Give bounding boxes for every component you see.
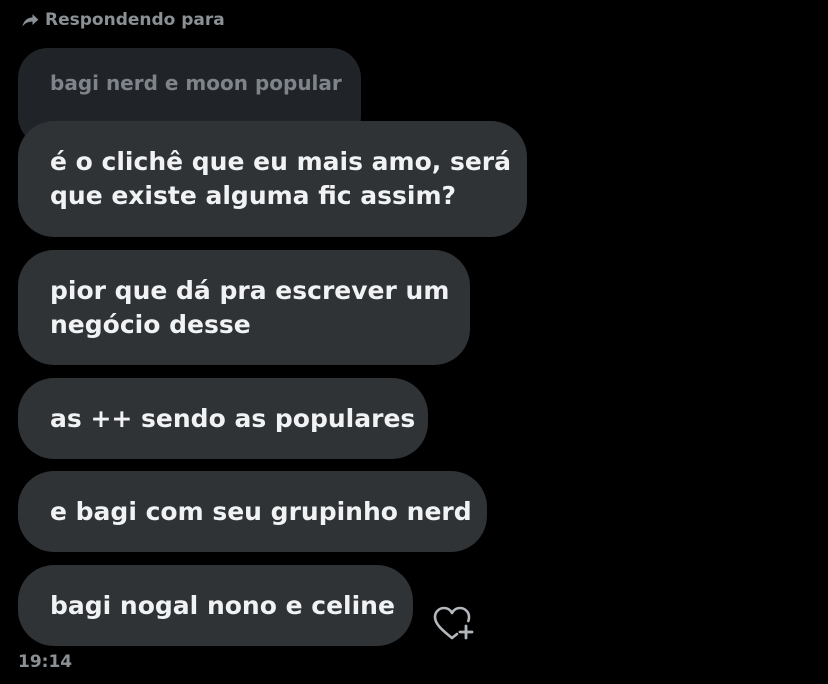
message-text-line: e bagi com seu grupinho nerd bbox=[50, 496, 472, 526]
quoted-message-text: bagi nerd e moon popular bbox=[50, 71, 342, 95]
heart-plus-icon bbox=[433, 606, 474, 640]
reply-arrow-icon bbox=[22, 14, 39, 27]
message-text-line: que existe alguma fic assim? bbox=[50, 181, 457, 210]
message-bubble[interactable]: bagi nogal nono e celine bbox=[18, 565, 413, 646]
message-bubble[interactable]: as ++ sendo as populares bbox=[18, 378, 428, 459]
message-bubble[interactable]: é o clichê que eu mais amo, será que exi… bbox=[18, 121, 527, 237]
replying-to-header: Respondendo para bbox=[20, 8, 225, 32]
message-bubble[interactable]: pior que dá pra escrever um negócio dess… bbox=[18, 250, 470, 365]
message-text-line: é o clichê que eu mais amo, será bbox=[50, 147, 511, 176]
add-reaction-button[interactable] bbox=[432, 604, 476, 642]
replying-to-label: Respondendo para bbox=[45, 10, 225, 30]
message-text-line: negócio desse bbox=[50, 309, 251, 339]
message-text-line: bagi nogal nono e celine bbox=[50, 590, 395, 620]
message-bubble[interactable]: e bagi com seu grupinho nerd bbox=[18, 471, 487, 552]
message-timestamp: 19:14 bbox=[18, 652, 73, 672]
message-text-line: pior que dá pra escrever um bbox=[50, 275, 450, 305]
message-text-line: as ++ sendo as populares bbox=[50, 403, 416, 433]
